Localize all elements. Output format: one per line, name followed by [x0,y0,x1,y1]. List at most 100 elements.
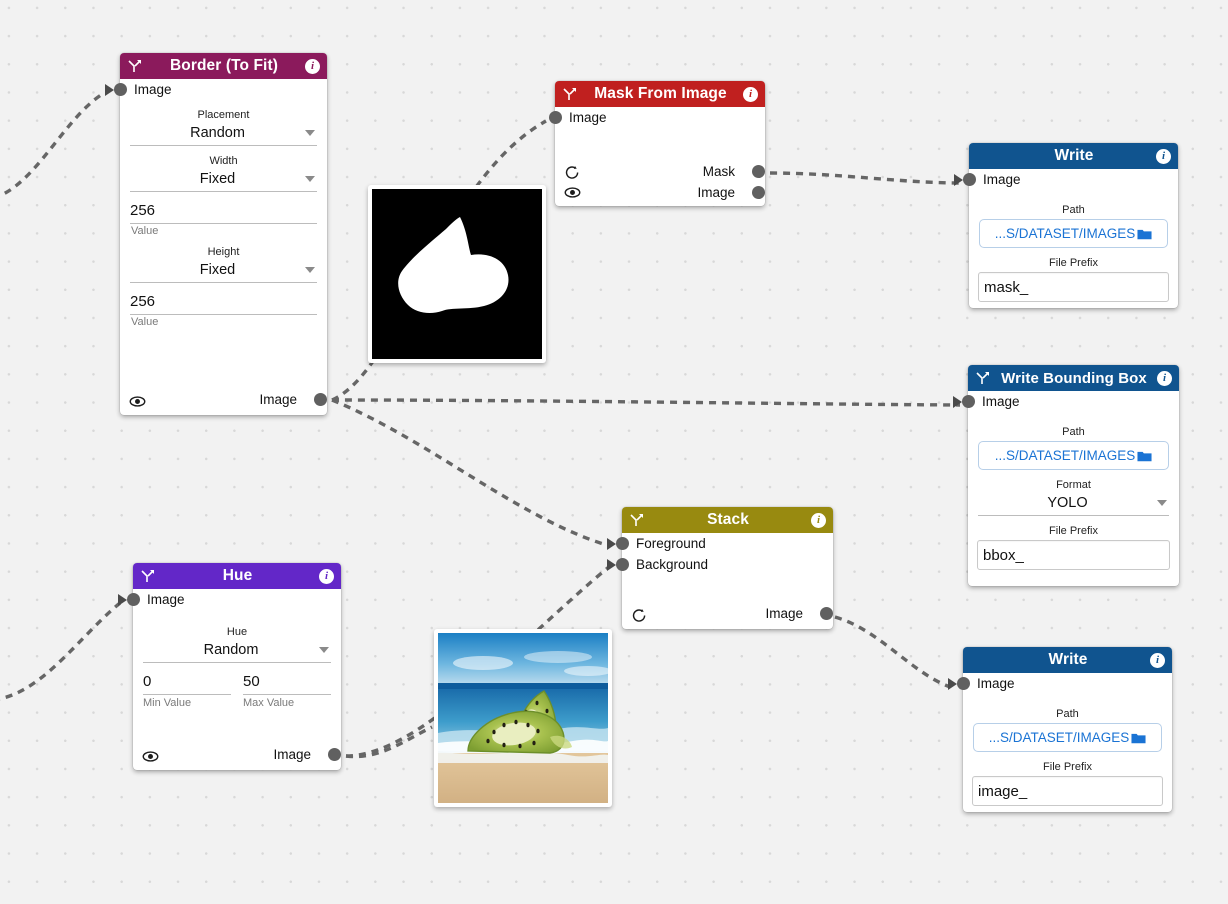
port-label: Image [697,185,735,200]
node-footer-icons-hue [142,748,159,765]
port-label: Image [147,592,185,607]
input-hue-max[interactable]: 50 [243,669,331,695]
input-width-value[interactable]: 256 [130,198,317,224]
node-header-write-image[interactable]: Write i [963,647,1172,673]
port-input-image[interactable]: Image [948,673,1172,694]
port-dot[interactable] [328,748,341,761]
node-write-bounding-box[interactable]: Write Bounding Box i Image Path ...S/DAT… [953,365,1179,586]
chevron-down-icon [305,176,315,182]
input-height-value[interactable]: 256 [130,289,317,315]
port-dot[interactable] [615,537,629,550]
path-picker-button[interactable]: ...S/DATASET/IMAGES [979,219,1168,248]
label-width: Width [209,155,238,167]
port-label: Image [983,172,1021,187]
port-output-image-row[interactable]: Image [765,606,833,621]
port-input-image[interactable]: Image [954,169,1178,190]
node-write-image[interactable]: Write i Image Path ...S/DATASET/IMAGES F… [948,647,1172,812]
file-prefix-value: image_ [978,782,1028,800]
node-hue[interactable]: Hue i Image Hue Random 0 Min Value 50 Ma… [118,563,341,770]
file-prefix-input[interactable]: bbox_ [977,540,1170,570]
port-input-image[interactable]: Image [548,107,765,128]
info-icon[interactable]: i [319,568,334,584]
select-format-value: YOLO [1047,495,1088,511]
port-dot[interactable] [548,111,562,124]
port-dot[interactable] [615,558,629,571]
kiwi-beach-preview-image[interactable] [434,629,612,807]
port-output-image-row[interactable]: Image [259,392,327,407]
port-dot[interactable] [314,393,327,406]
node-header-write-bbox[interactable]: Write Bounding Box i [968,365,1179,391]
node-mask-from-image[interactable]: Mask From Image i Image Mask Image [548,81,765,206]
port-label: Image [569,110,607,125]
file-prefix-input[interactable]: image_ [972,776,1163,806]
label-path: Path [1056,708,1079,720]
select-format[interactable]: YOLO [978,491,1169,516]
select-width-mode[interactable]: Fixed [130,167,317,192]
select-hue-mode-value: Random [203,642,259,658]
node-body-write-image: Image Path ...S/DATASET/IMAGES File Pref… [948,673,1172,812]
node-header-hue[interactable]: Hue i [133,563,341,589]
label-file-prefix: File Prefix [1049,257,1098,269]
port-arrow-icon [105,84,114,96]
info-icon[interactable]: i [743,86,758,102]
node-footer-icons-border [129,393,146,410]
port-arrow-icon [948,678,957,690]
node-footer-icons-mask [564,164,581,201]
file-prefix-input[interactable]: mask_ [978,272,1169,302]
node-write-mask[interactable]: Write i Image Path ...S/DATASET/IMAGES F… [954,143,1178,308]
input-hue-min[interactable]: 0 [143,669,231,695]
file-prefix-value: bbox_ [983,546,1024,564]
node-title-write-bbox: Write Bounding Box [1001,369,1147,387]
sublabel-height-value: Value [131,316,159,328]
port-label: Mask [702,164,735,179]
eye-icon[interactable] [129,393,146,410]
node-graph-canvas[interactable]: .edge { fill:none; stroke:#666666; strok… [0,0,1228,904]
mask-preview-image[interactable] [368,185,546,363]
node-border-to-fit[interactable]: Border (To Fit) i Image Placement Random… [105,53,327,415]
node-header-stack[interactable]: Stack i [622,507,833,533]
path-picker-button[interactable]: ...S/DATASET/IMAGES [973,723,1162,752]
info-icon[interactable]: i [1157,370,1172,386]
port-output-mask-row[interactable]: Mask [702,164,765,179]
select-placement[interactable]: Random [130,121,317,146]
info-icon[interactable]: i [305,58,320,74]
port-dot[interactable] [962,173,976,186]
node-header-mask-from-image[interactable]: Mask From Image i [555,81,765,107]
select-height-mode[interactable]: Fixed [130,258,317,283]
info-icon[interactable]: i [1156,148,1171,164]
select-placement-value: Random [190,125,245,141]
port-dot[interactable] [956,677,970,690]
port-input-image[interactable]: Image [118,589,341,610]
refresh-icon[interactable] [631,607,648,624]
port-label: Background [636,557,709,572]
folder-icon [1131,732,1146,744]
port-dot[interactable] [126,593,140,606]
node-stack[interactable]: Stack i Foreground Background Image [607,507,833,629]
node-body-hue: Image Hue Random 0 Min Value 50 Max Valu… [118,589,341,715]
port-dot[interactable] [113,83,127,96]
port-dot[interactable] [752,165,765,178]
refresh-icon[interactable] [564,164,581,181]
port-dot[interactable] [820,607,833,620]
label-hue: Hue [226,626,248,638]
node-header-border[interactable]: Border (To Fit) i [120,53,327,79]
port-dot[interactable] [961,395,975,408]
port-input-image[interactable]: Image [953,391,1179,412]
info-icon[interactable]: i [811,512,826,528]
height-value-text: 256 [130,293,156,310]
info-icon[interactable]: i [1150,652,1165,668]
port-output-image-row[interactable]: Image [273,747,341,762]
node-header-write-mask[interactable]: Write i [969,143,1178,169]
port-label: Image [982,394,1020,409]
path-picker-button[interactable]: ...S/DATASET/IMAGES [978,441,1169,470]
eye-icon[interactable] [142,748,159,765]
port-input-foreground[interactable]: Foreground [607,533,833,554]
path-value: ...S/DATASET/IMAGES [994,448,1136,463]
port-dot[interactable] [752,186,765,199]
port-input-image[interactable]: Image [105,79,327,100]
hue-max-group: 50 Max Value [243,669,331,709]
select-hue-mode[interactable]: Random [143,638,331,663]
eye-icon[interactable] [564,184,581,201]
port-output-image-row[interactable]: Image [697,185,765,200]
port-input-background[interactable]: Background [607,554,833,575]
